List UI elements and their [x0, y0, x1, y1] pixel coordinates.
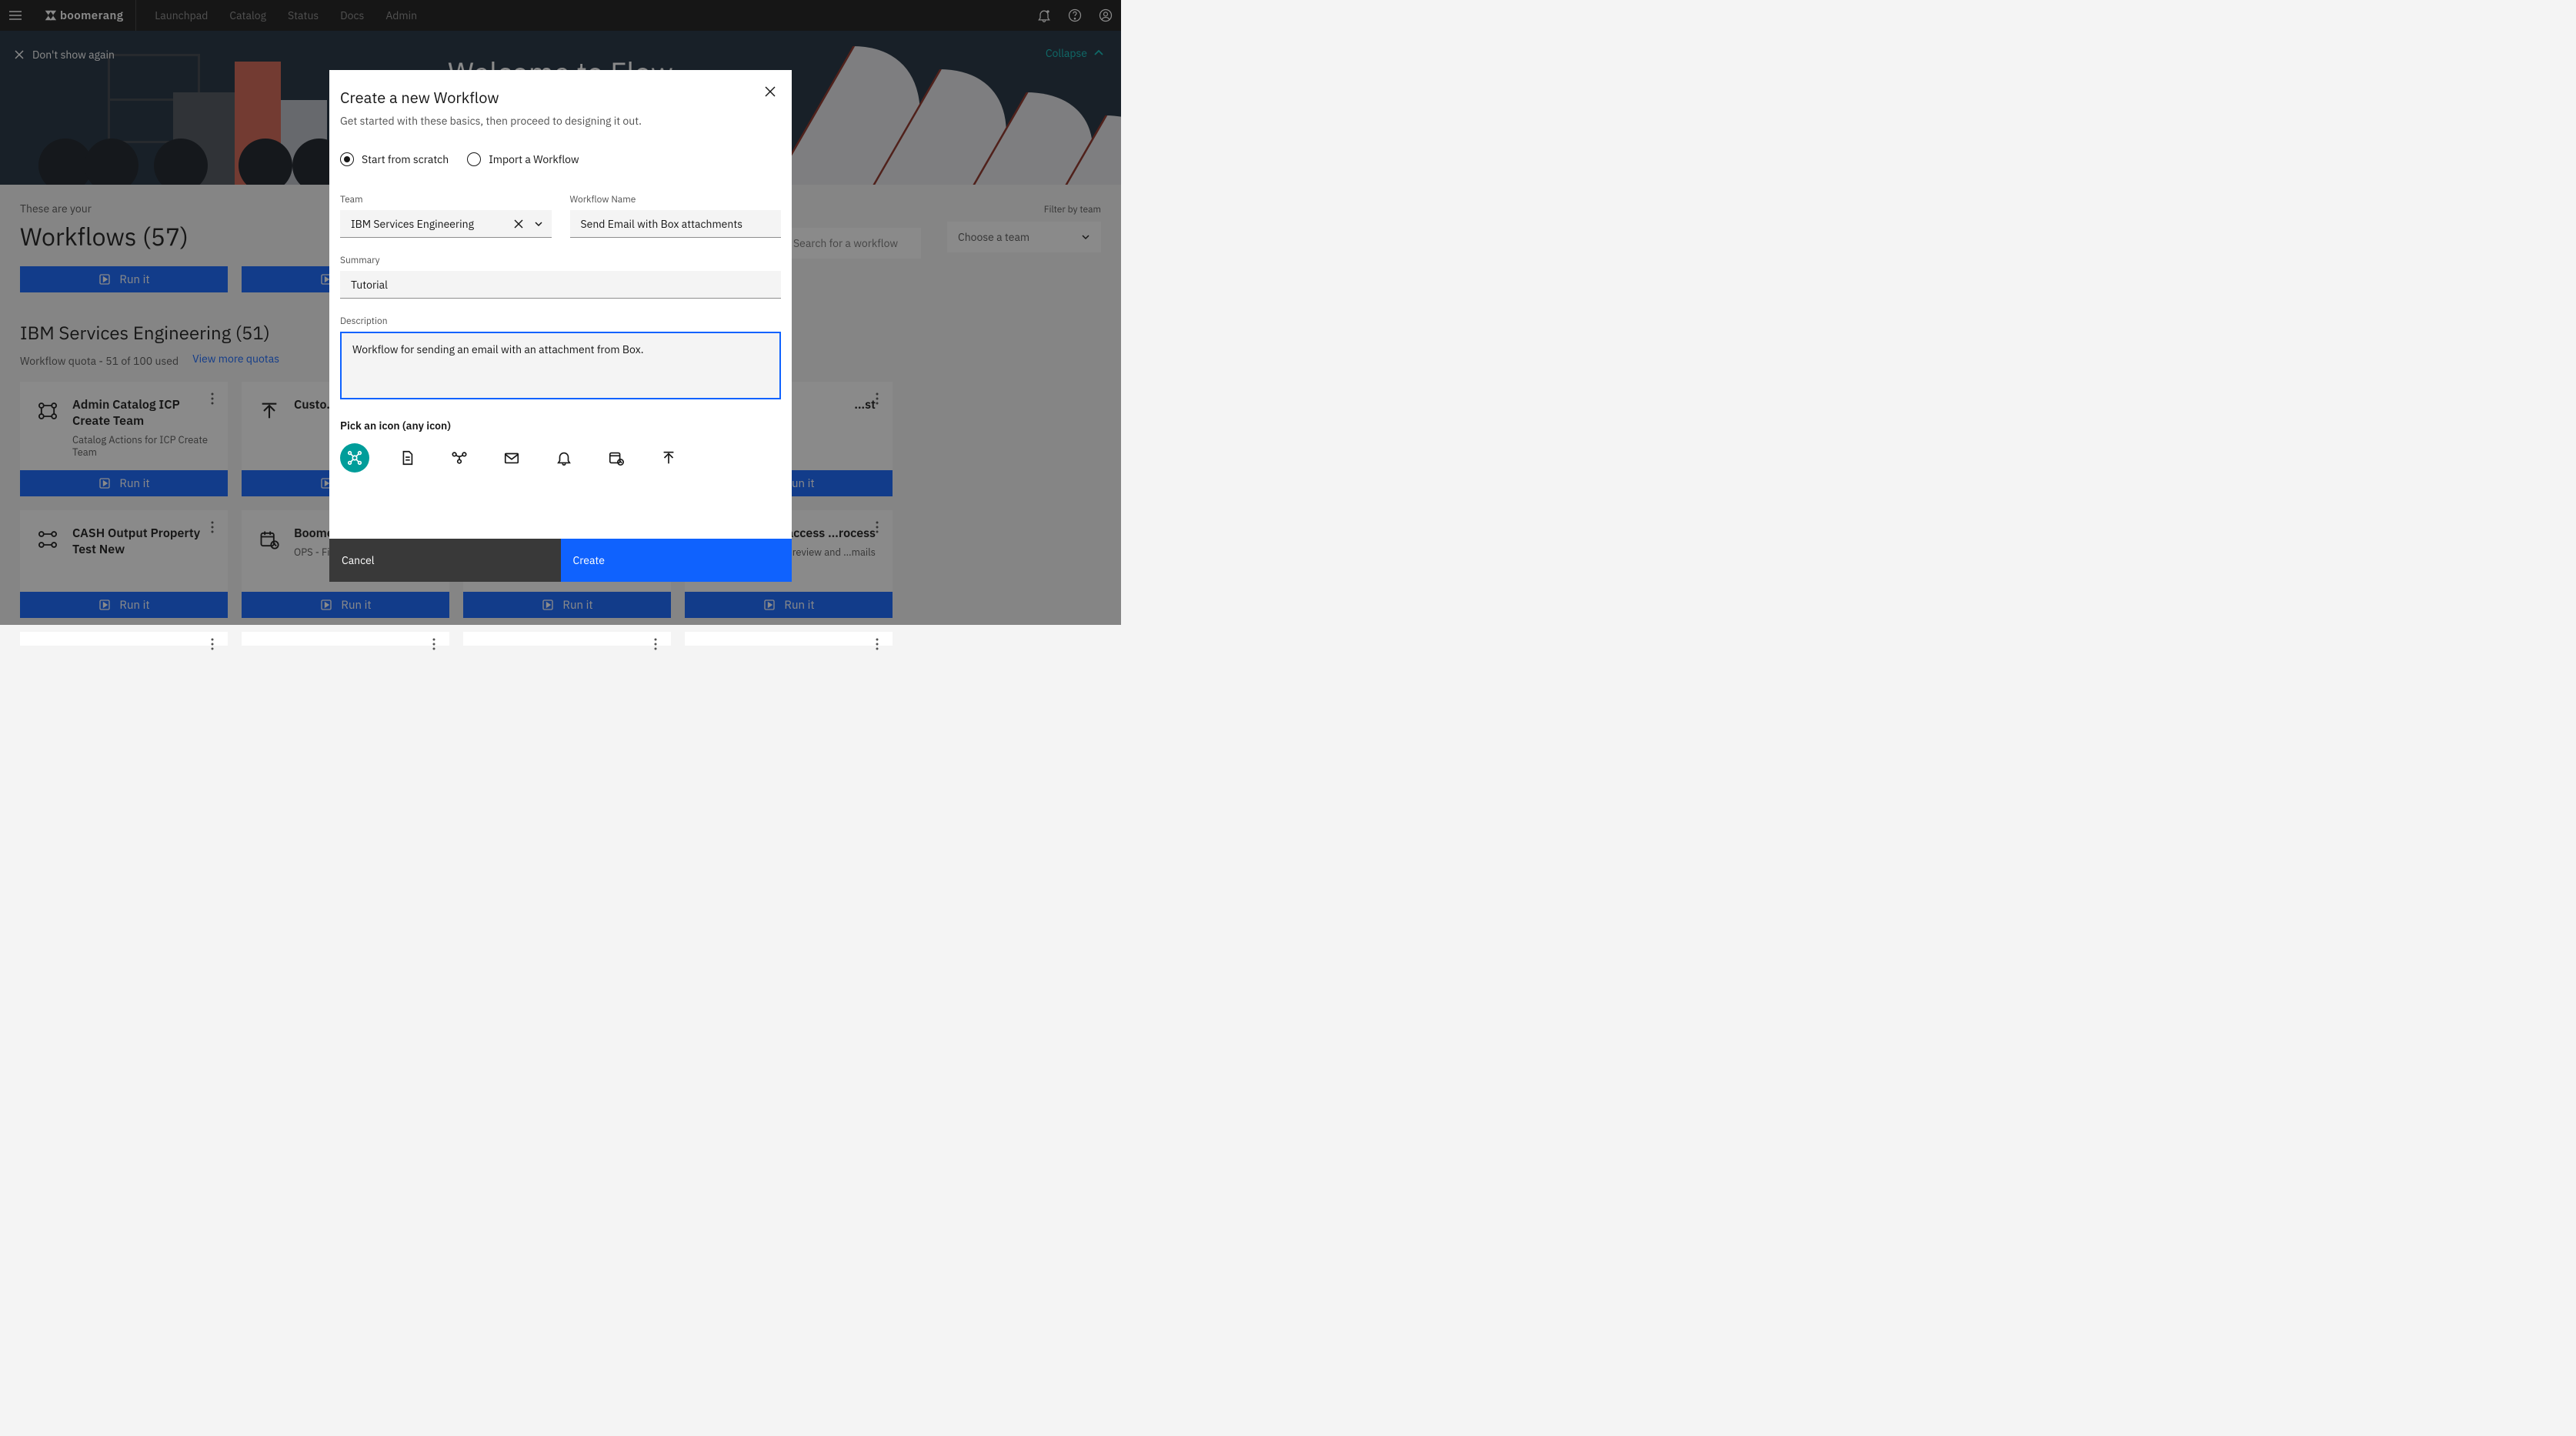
modal-title: Create a new Workflow [340, 87, 781, 108]
card-overflow-menu[interactable] [646, 635, 665, 653]
card-overflow-menu[interactable] [868, 635, 886, 653]
summary-label: Summary [340, 255, 781, 266]
team-label: Team [340, 194, 552, 205]
description-label: Description [340, 316, 781, 327]
workflow-card-partial [685, 632, 893, 646]
overflow-icon [211, 638, 214, 650]
icon-option-flow[interactable] [445, 443, 474, 473]
radio-label: Import a Workflow [489, 152, 579, 166]
bell-icon [556, 449, 572, 466]
document-icon [399, 449, 415, 466]
card-overflow-menu[interactable] [203, 635, 222, 653]
icon-option-schedule[interactable] [602, 443, 631, 473]
icon-picker-label: Pick an icon (any icon) [340, 419, 781, 432]
overflow-icon [654, 638, 657, 650]
icon-option-bell[interactable] [549, 443, 579, 473]
flow-icon [451, 449, 468, 466]
radio-import-workflow[interactable]: Import a Workflow [467, 152, 579, 166]
icon-option-document[interactable] [392, 443, 422, 473]
workflow-card-partial [463, 632, 671, 646]
overflow-icon [876, 638, 879, 650]
icon-option-mail[interactable] [497, 443, 526, 473]
team-dropdown-toggle[interactable] [532, 217, 546, 231]
overflow-icon [432, 638, 435, 650]
modal-subtitle: Get started with these basics, then proc… [340, 114, 781, 128]
radio-label: Start from scratch [362, 152, 449, 166]
workflow-card-partial [20, 632, 228, 646]
create-workflow-modal: Create a new Workflow Get started with t… [329, 70, 792, 582]
icon-picker [340, 443, 781, 473]
mail-icon [503, 449, 520, 466]
chevron-down-icon [534, 219, 543, 229]
network-icon [346, 449, 363, 466]
workflow-card-partial [242, 632, 449, 646]
close-icon [764, 85, 776, 98]
create-button[interactable]: Create [561, 539, 792, 582]
upload-icon [660, 449, 677, 466]
summary-input[interactable] [340, 271, 781, 299]
card-overflow-menu[interactable] [425, 635, 443, 653]
modal-close-button[interactable] [762, 84, 778, 99]
cancel-button[interactable]: Cancel [329, 539, 561, 582]
radio-start-from-scratch[interactable]: Start from scratch [340, 152, 449, 166]
icon-option-network[interactable] [340, 443, 369, 473]
name-label: Workflow Name [570, 194, 782, 205]
close-icon [514, 219, 523, 229]
schedule-icon [608, 449, 625, 466]
radio-indicator [340, 152, 354, 166]
icon-option-upload[interactable] [654, 443, 683, 473]
description-textarea[interactable] [340, 332, 781, 399]
workflow-name-input[interactable] [570, 210, 782, 238]
radio-indicator [467, 152, 481, 166]
clear-team-button[interactable] [512, 217, 526, 231]
